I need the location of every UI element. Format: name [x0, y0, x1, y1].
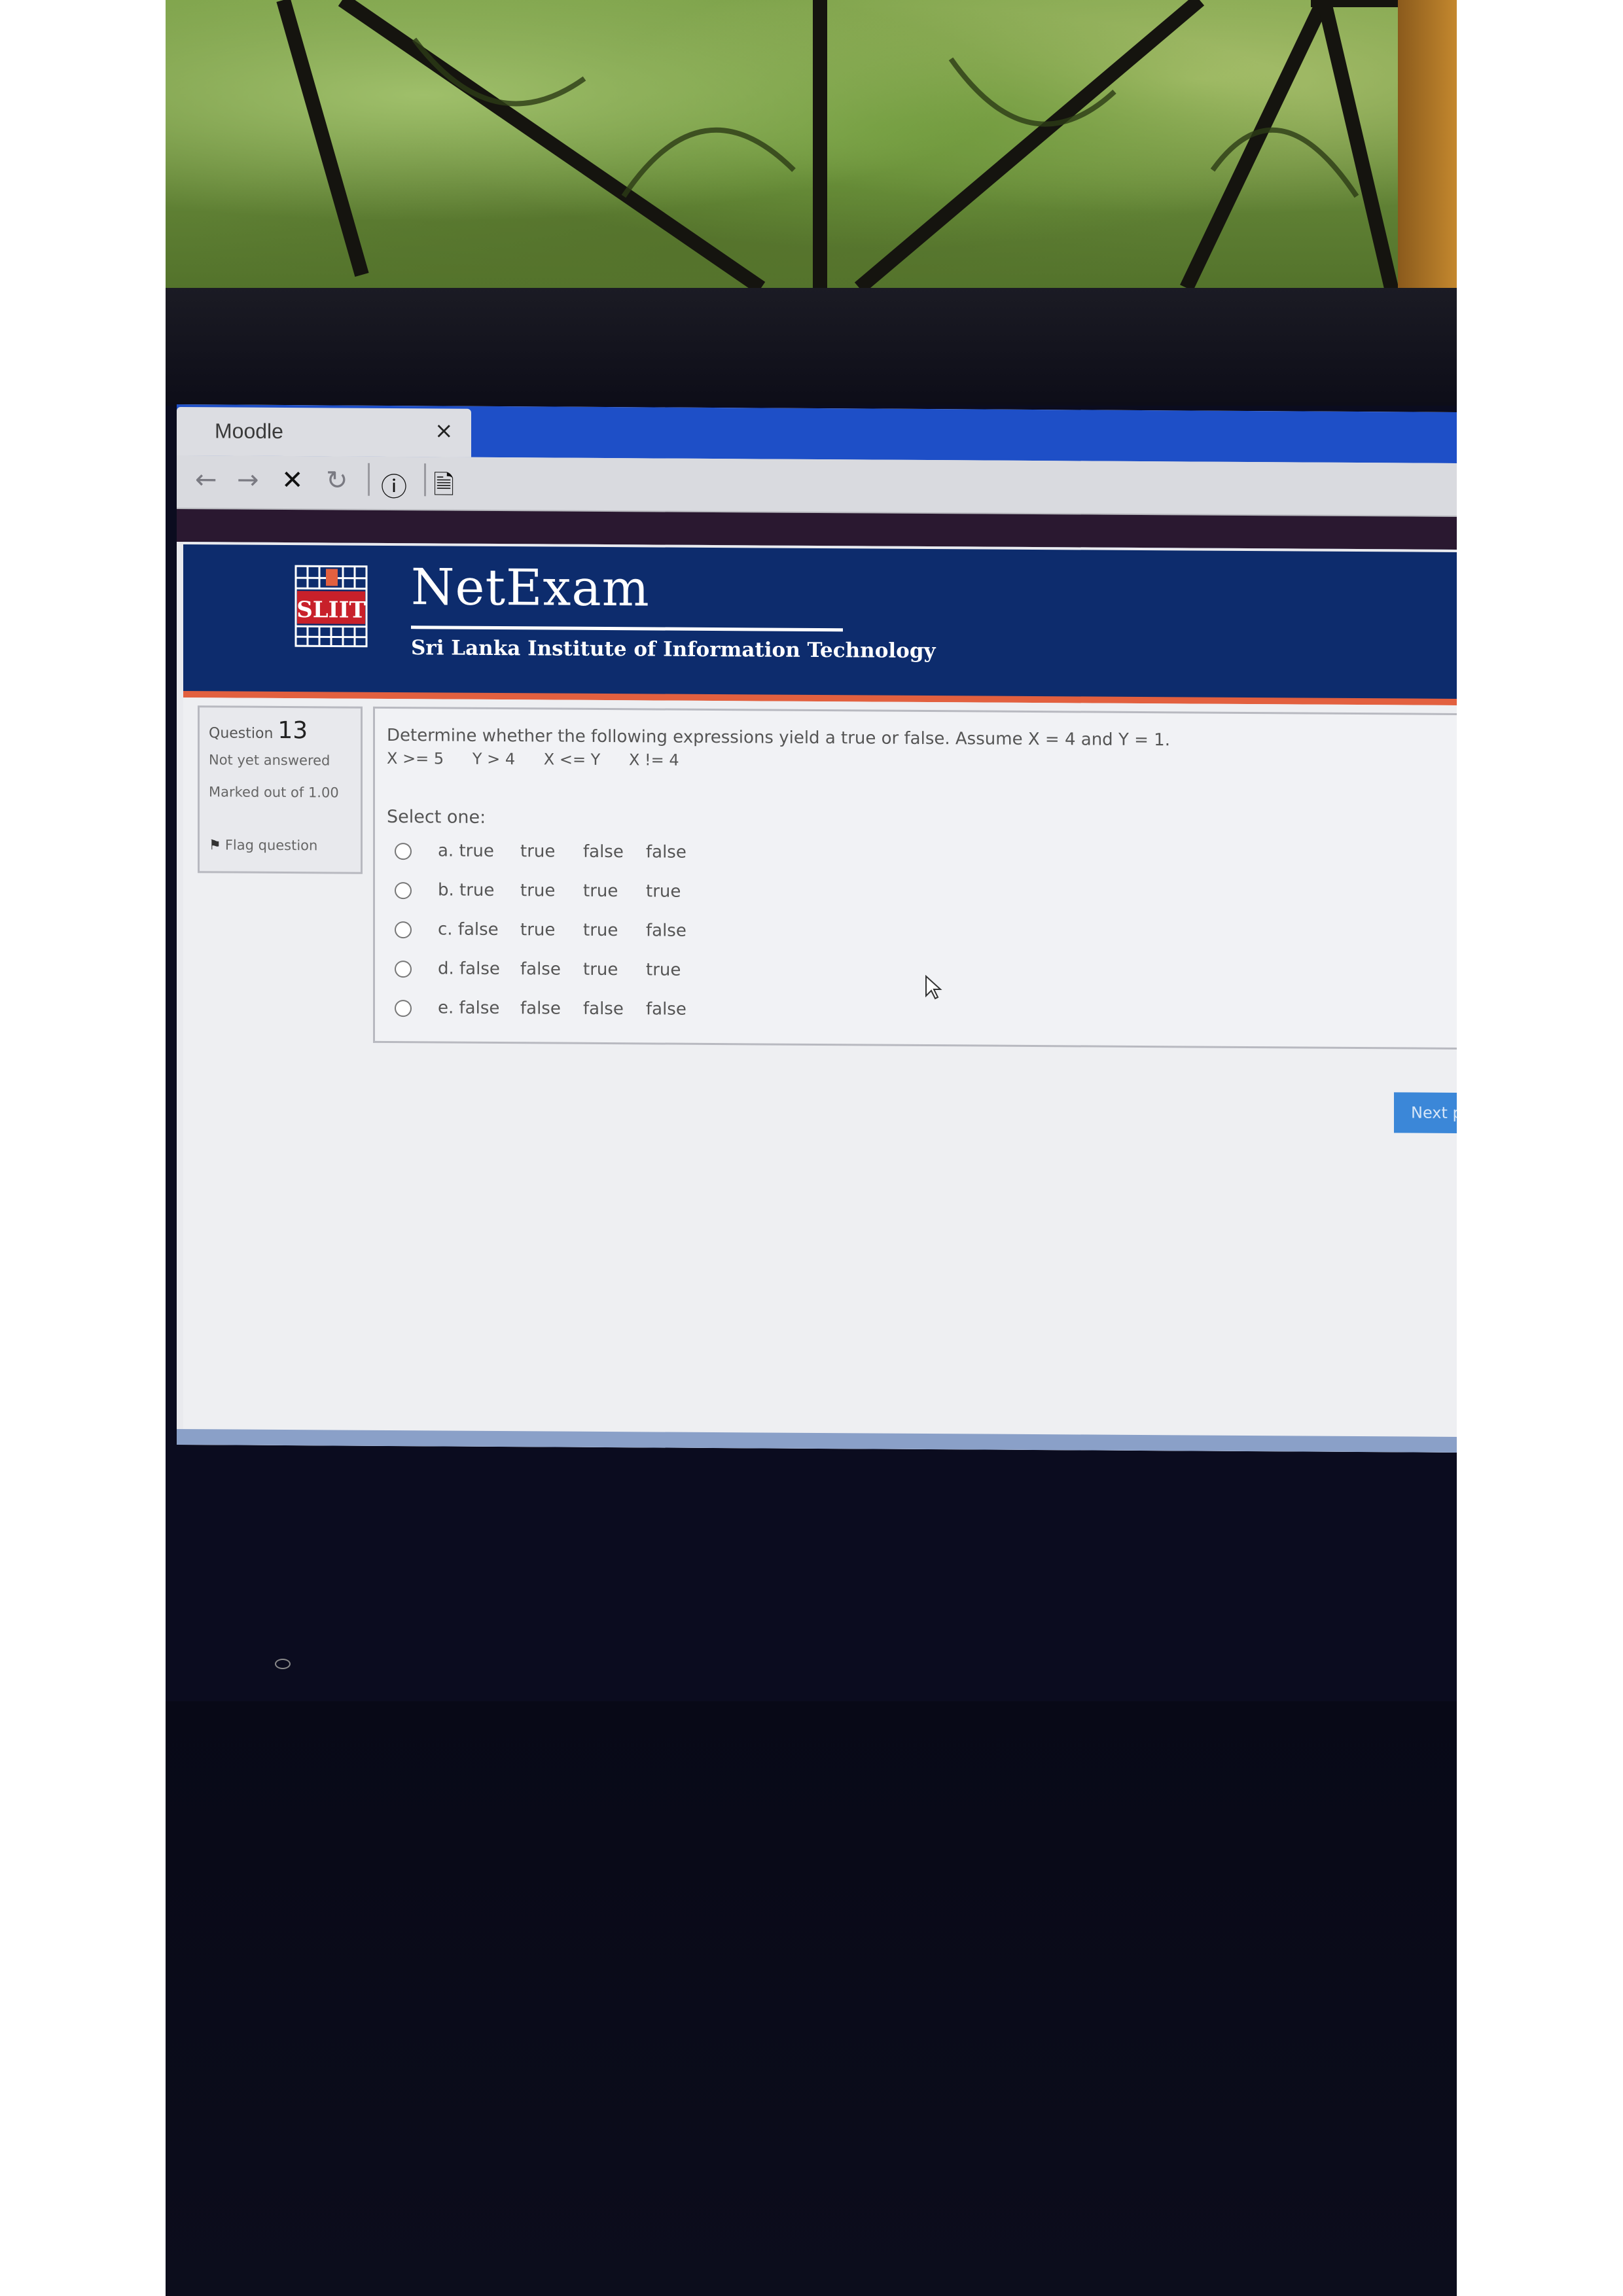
option-label: e. false	[438, 998, 500, 1019]
toolbar-divider	[424, 463, 426, 497]
question-label: Question 13	[209, 716, 308, 744]
mouse-cursor-icon	[925, 975, 942, 1000]
radio-button[interactable]	[395, 842, 412, 860]
answer-option-a[interactable]: a. true true false false	[395, 841, 709, 869]
back-arrow-icon[interactable]: ←	[195, 465, 217, 495]
option-value: true	[520, 841, 556, 862]
flag-question-label: Flag question	[224, 837, 318, 854]
option-value: true	[520, 881, 556, 901]
window-foliage-background	[166, 0, 1457, 317]
option-value: false	[646, 842, 687, 862]
option-label: c. false	[438, 919, 499, 940]
expression: X <= Y	[543, 750, 601, 769]
question-marks: Marked out of 1.00	[209, 784, 339, 801]
forward-arrow-icon[interactable]: →	[237, 465, 259, 495]
radio-button[interactable]	[395, 921, 412, 938]
quiz-content: Question 13 Not yet answered Marked out …	[183, 698, 1457, 1453]
browser-tab[interactable]: Moodle ×	[177, 407, 471, 457]
answer-option-d[interactable]: d. false false true true	[395, 959, 709, 987]
answer-option-e[interactable]: e. false false false false	[395, 998, 709, 1026]
next-page-button[interactable]: Next page	[1394, 1092, 1457, 1134]
reload-icon[interactable]: ↻	[326, 465, 348, 495]
option-value: true	[646, 960, 681, 980]
option-value: false	[520, 998, 561, 1019]
select-one-prompt: Select one:	[387, 806, 486, 828]
question-box: Determine whether the following expressi…	[373, 706, 1457, 1050]
site-info-icon[interactable]: ⓘ	[381, 466, 407, 504]
sliit-logo: SLIIT	[294, 565, 368, 648]
expression-list: X >= 5 Y > 4 X <= Y X != 4	[387, 749, 703, 769]
window-frame-bars	[276, 0, 1457, 309]
tab-title: Moodle	[215, 419, 283, 443]
option-value: true	[583, 959, 618, 980]
browser-tab-bar: Moodle ×	[177, 404, 1457, 463]
question-info-box: Question 13 Not yet answered Marked out …	[198, 705, 363, 874]
monitor-screen: Moodle × ← → ✕ ↻ ⓘ 🗎 SLIIT NetExam Sri L…	[177, 404, 1457, 1453]
brand-underline	[411, 626, 843, 632]
stop-icon[interactable]: ✕	[281, 465, 304, 495]
option-value: true	[520, 920, 556, 940]
photo-frame: Moodle × ← → ✕ ↻ ⓘ 🗎 SLIIT NetExam Sri L…	[166, 0, 1457, 2296]
option-label: a. true	[438, 841, 494, 861]
radio-button[interactable]	[395, 999, 412, 1017]
question-label-text: Question	[209, 725, 274, 742]
page-icon[interactable]: 🗎	[433, 466, 454, 510]
answer-option-c[interactable]: c. false true true false	[395, 919, 709, 947]
monitor-bezel-top	[166, 288, 1457, 406]
option-value: false	[583, 841, 624, 862]
browser-toolbar: ← → ✕ ↻ ⓘ 🗎	[177, 455, 1457, 517]
radio-button[interactable]	[395, 881, 412, 899]
brand-subtitle: Sri Lanka Institute of Information Techn…	[411, 636, 936, 663]
option-label: d. false	[438, 959, 500, 980]
brand-title: NetExam	[411, 557, 650, 618]
expression: Y > 4	[472, 749, 516, 769]
option-value: false	[646, 921, 687, 941]
question-state: Not yet answered	[209, 752, 330, 769]
keyboard-area	[166, 1701, 1457, 2296]
wooden-frame	[1398, 0, 1457, 317]
logo-text: SLIIT	[296, 597, 366, 624]
option-value: false	[520, 959, 561, 980]
expression: X != 4	[628, 751, 679, 769]
option-value: true	[583, 920, 618, 941]
option-value: true	[583, 881, 618, 902]
flag-question-link[interactable]: ⚑ Flag question	[209, 837, 317, 853]
radio-button[interactable]	[395, 960, 412, 978]
option-value: true	[646, 881, 681, 902]
site-header: SLIIT NetExam Sri Lanka Institute of Inf…	[183, 542, 1457, 701]
option-value: false	[646, 999, 687, 1019]
option-value: false	[583, 998, 624, 1019]
close-tab-icon[interactable]: ×	[435, 417, 454, 444]
power-led-icon	[275, 1659, 291, 1669]
flag-icon: ⚑	[209, 837, 221, 853]
question-number: 13	[277, 716, 308, 745]
answer-option-b[interactable]: b. true true true true	[395, 880, 709, 908]
expression: X >= 5	[387, 749, 444, 768]
question-text: Determine whether the following expressi…	[387, 725, 1170, 751]
toolbar-divider	[368, 463, 370, 496]
option-label: b. true	[438, 880, 495, 900]
